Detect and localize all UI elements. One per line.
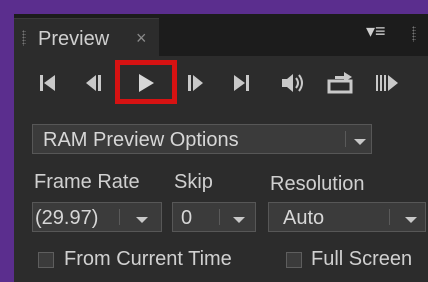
chevron-down-icon [354, 139, 366, 145]
skip-select[interactable]: 0 [172, 202, 256, 232]
from-current-time-checkbox[interactable] [38, 252, 54, 268]
ram-preview-options-value: RAM Preview Options [43, 129, 239, 151]
resolution-select[interactable]: Auto [268, 202, 426, 232]
chevron-down-icon [136, 217, 148, 223]
last-frame-button[interactable] [222, 62, 262, 104]
resolution-value: Auto [283, 207, 325, 229]
frame-rate-select[interactable]: (29.97) [32, 202, 162, 232]
select-divider [389, 209, 390, 225]
panel-grip-icon[interactable] [412, 26, 416, 42]
full-screen-label: Full Screen [311, 248, 413, 270]
select-divider [345, 131, 346, 147]
panel-tab-bar: Preview × ▾≡ [14, 14, 428, 57]
chevron-down-icon [233, 217, 245, 223]
preview-panel: Preview × ▾≡ RAM Preview Options Frame R… [14, 14, 428, 282]
previous-frame-icon [86, 75, 101, 91]
previous-frame-button[interactable] [74, 62, 114, 104]
chevron-down-icon [405, 217, 417, 223]
ram-preview-options-select[interactable]: RAM Preview Options [32, 124, 372, 154]
preview-tab[interactable]: Preview × [14, 18, 159, 57]
ram-preview-button[interactable] [366, 62, 406, 104]
loop-button[interactable] [320, 62, 360, 104]
tab-title: Preview [38, 28, 110, 50]
select-divider [219, 209, 220, 225]
skip-value: 0 [181, 207, 193, 229]
next-frame-icon [188, 75, 203, 91]
transport-controls [14, 62, 428, 104]
speaker-icon [282, 74, 303, 92]
frame-rate-value: (29.97) [35, 207, 99, 229]
full-screen-checkbox[interactable] [286, 252, 302, 268]
select-divider [119, 209, 120, 225]
last-frame-icon [234, 75, 249, 91]
first-frame-icon [40, 75, 55, 91]
frame-rate-label: Frame Rate [34, 171, 140, 193]
tab-close-icon[interactable]: × [136, 28, 147, 49]
loop-icon [327, 72, 353, 94]
ram-preview-icon [376, 75, 398, 91]
resolution-label: Resolution [270, 173, 365, 195]
tab-grip-icon[interactable] [22, 30, 26, 46]
play-highlight-box [115, 60, 177, 104]
mute-audio-button[interactable] [272, 62, 312, 104]
skip-label: Skip [174, 171, 213, 193]
first-frame-button[interactable] [28, 62, 68, 104]
next-frame-button[interactable] [176, 62, 216, 104]
panel-menu-icon[interactable]: ▾≡ [366, 21, 386, 42]
from-current-time-label: From Current Time [64, 248, 232, 270]
